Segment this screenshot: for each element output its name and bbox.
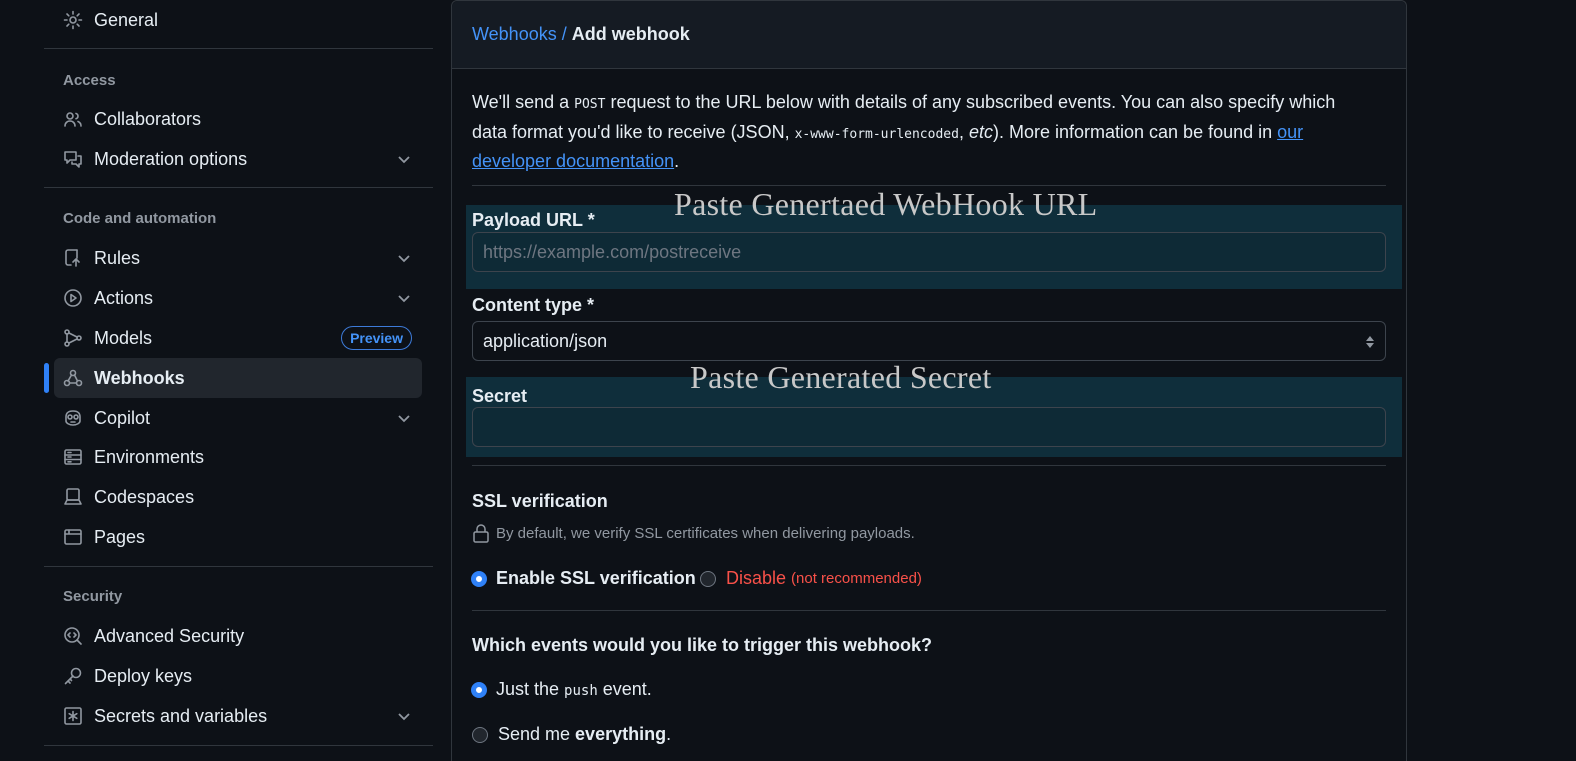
server-icon [62, 446, 84, 468]
sidebar-item-moderation[interactable]: Moderation options [54, 139, 422, 179]
secret-label: Secret [472, 386, 528, 406]
breadcrumb: Webhooks / Add webhook [452, 1, 1406, 69]
sidebar-item-webhooks[interactable]: Webhooks [54, 358, 422, 398]
section-title-access: Access [63, 72, 116, 89]
sidebar-item-copilot[interactable]: Copilot [54, 398, 422, 438]
intro-text: We'll send a POST request to the URL bel… [472, 92, 1336, 171]
events-everything-option[interactable]: Send me everything. [472, 724, 671, 745]
webhook-icon [62, 367, 84, 389]
select-arrows-icon [1366, 336, 1374, 348]
play-icon [62, 287, 84, 309]
annotation-url: Paste Genertaed WebHook URL [674, 186, 1098, 222]
events-everything-label: Send me everything. [498, 724, 672, 744]
page-title: Add webhook [571, 24, 690, 44]
sidebar-item-label: Advanced Security [94, 625, 245, 646]
sidebar-item-label: General [94, 9, 159, 30]
people-icon [62, 108, 84, 130]
copilot-icon [62, 407, 84, 429]
sidebar-item-label: Rules [94, 247, 141, 268]
annotation-secret: Paste Generated Secret [690, 359, 992, 395]
breadcrumb-webhooks-link[interactable]: Webhooks [472, 24, 557, 45]
urlencoded-code: x-www-form-urlencoded [794, 126, 959, 142]
sidebar-item-models[interactable]: Models Preview [54, 318, 422, 358]
sidebar-item-deploy-keys[interactable]: Deploy keys [54, 656, 422, 696]
divider [44, 566, 433, 567]
ssl-note-text: By default, we verify SSL certificates w… [496, 524, 915, 542]
breadcrumb-separator: / [561, 24, 567, 44]
content-type-select[interactable]: application/json [472, 321, 1386, 361]
events-everything-radio[interactable] [472, 726, 488, 743]
ssl-disable-option[interactable]: Disable (not recommended) [700, 568, 922, 589]
divider [472, 610, 1386, 611]
sidebar-item-label: Deploy keys [94, 665, 193, 686]
content-type-value: application/json [483, 330, 608, 351]
chevron-down-icon [396, 250, 412, 266]
sidebar-item-label: Environments [94, 446, 205, 467]
sidebar-item-collaborators[interactable]: Collaborators [54, 99, 422, 139]
sidebar-item-advanced-security[interactable]: Advanced Security [54, 616, 422, 656]
divider [44, 745, 433, 746]
key-icon [62, 665, 84, 687]
divider [472, 465, 1386, 466]
sidebar-item-label: Moderation options [94, 148, 248, 169]
secret-input[interactable] [472, 407, 1386, 447]
ssl-title: SSL verification [472, 491, 608, 511]
sidebar-item-rules[interactable]: Rules [54, 238, 422, 278]
events-title: Which events would you like to trigger t… [472, 635, 933, 655]
active-indicator [44, 363, 49, 393]
sidebar-item-label: Pages [94, 526, 146, 547]
ssl-disable-note: (not recommended) [791, 570, 922, 587]
ssl-note: By default, we verify SSL certificates w… [472, 523, 915, 543]
chevron-down-icon [396, 151, 412, 167]
codescan-icon [62, 625, 84, 647]
sidebar-item-label: Copilot [94, 407, 151, 428]
section-title-code-automation: Code and automation [63, 210, 217, 227]
models-icon [62, 327, 84, 349]
ssl-disable-radio[interactable] [700, 570, 716, 587]
sidebar-item-actions[interactable]: Actions [54, 278, 422, 318]
codespaces-icon [62, 486, 84, 508]
preview-badge: Preview [341, 326, 412, 350]
add-webhook-panel: Webhooks / Add webhook We'll send a POST… [451, 0, 1407, 761]
sidebar-item-label: Models [94, 327, 153, 348]
sidebar-item-label: Webhooks [94, 367, 185, 388]
sidebar-item-codespaces[interactable]: Codespaces [54, 477, 422, 517]
section-title-security: Security [63, 588, 123, 605]
post-code: POST [574, 97, 606, 112]
sidebar-item-environments[interactable]: Environments [54, 437, 422, 477]
ssl-enable-label: Enable SSL verification [496, 568, 696, 588]
asterisk-icon [62, 705, 84, 727]
settings-sidebar: General Access Collaborators Moderation … [44, 0, 433, 761]
events-push-radio[interactable] [472, 682, 486, 697]
ssl-enable-option[interactable]: Enable SSL verification [472, 568, 696, 589]
sidebar-item-pages[interactable]: Pages [54, 517, 422, 557]
sidebar-item-label: Actions [94, 287, 154, 308]
comment-discussion-icon [62, 148, 84, 170]
chevron-down-icon [396, 708, 412, 724]
sidebar-item-secrets[interactable]: Secrets and variables [54, 696, 422, 736]
chevron-down-icon [396, 290, 412, 306]
divider [44, 48, 433, 49]
payload-url-input[interactable] [472, 232, 1386, 272]
sidebar-item-label: Codespaces [94, 486, 195, 507]
gear-icon [62, 9, 84, 31]
ssl-enable-radio[interactable] [472, 571, 486, 586]
sidebar-item-label: Collaborators [94, 108, 202, 129]
content-type-label: Content type * [472, 295, 595, 315]
payload-url-label: Payload URL * [472, 210, 595, 230]
repo-push-icon [62, 247, 84, 269]
events-push-option[interactable]: Just the push event. [472, 679, 652, 700]
browser-icon [62, 526, 84, 548]
sidebar-item-label: Secrets and variables [94, 705, 268, 726]
ssl-disable-label: Disable [726, 568, 787, 588]
chevron-down-icon [396, 410, 412, 426]
lock-icon [473, 524, 489, 543]
events-push-label: Just the push event. [496, 679, 652, 699]
divider [44, 187, 433, 188]
sidebar-item-general[interactable]: General [54, 0, 422, 40]
